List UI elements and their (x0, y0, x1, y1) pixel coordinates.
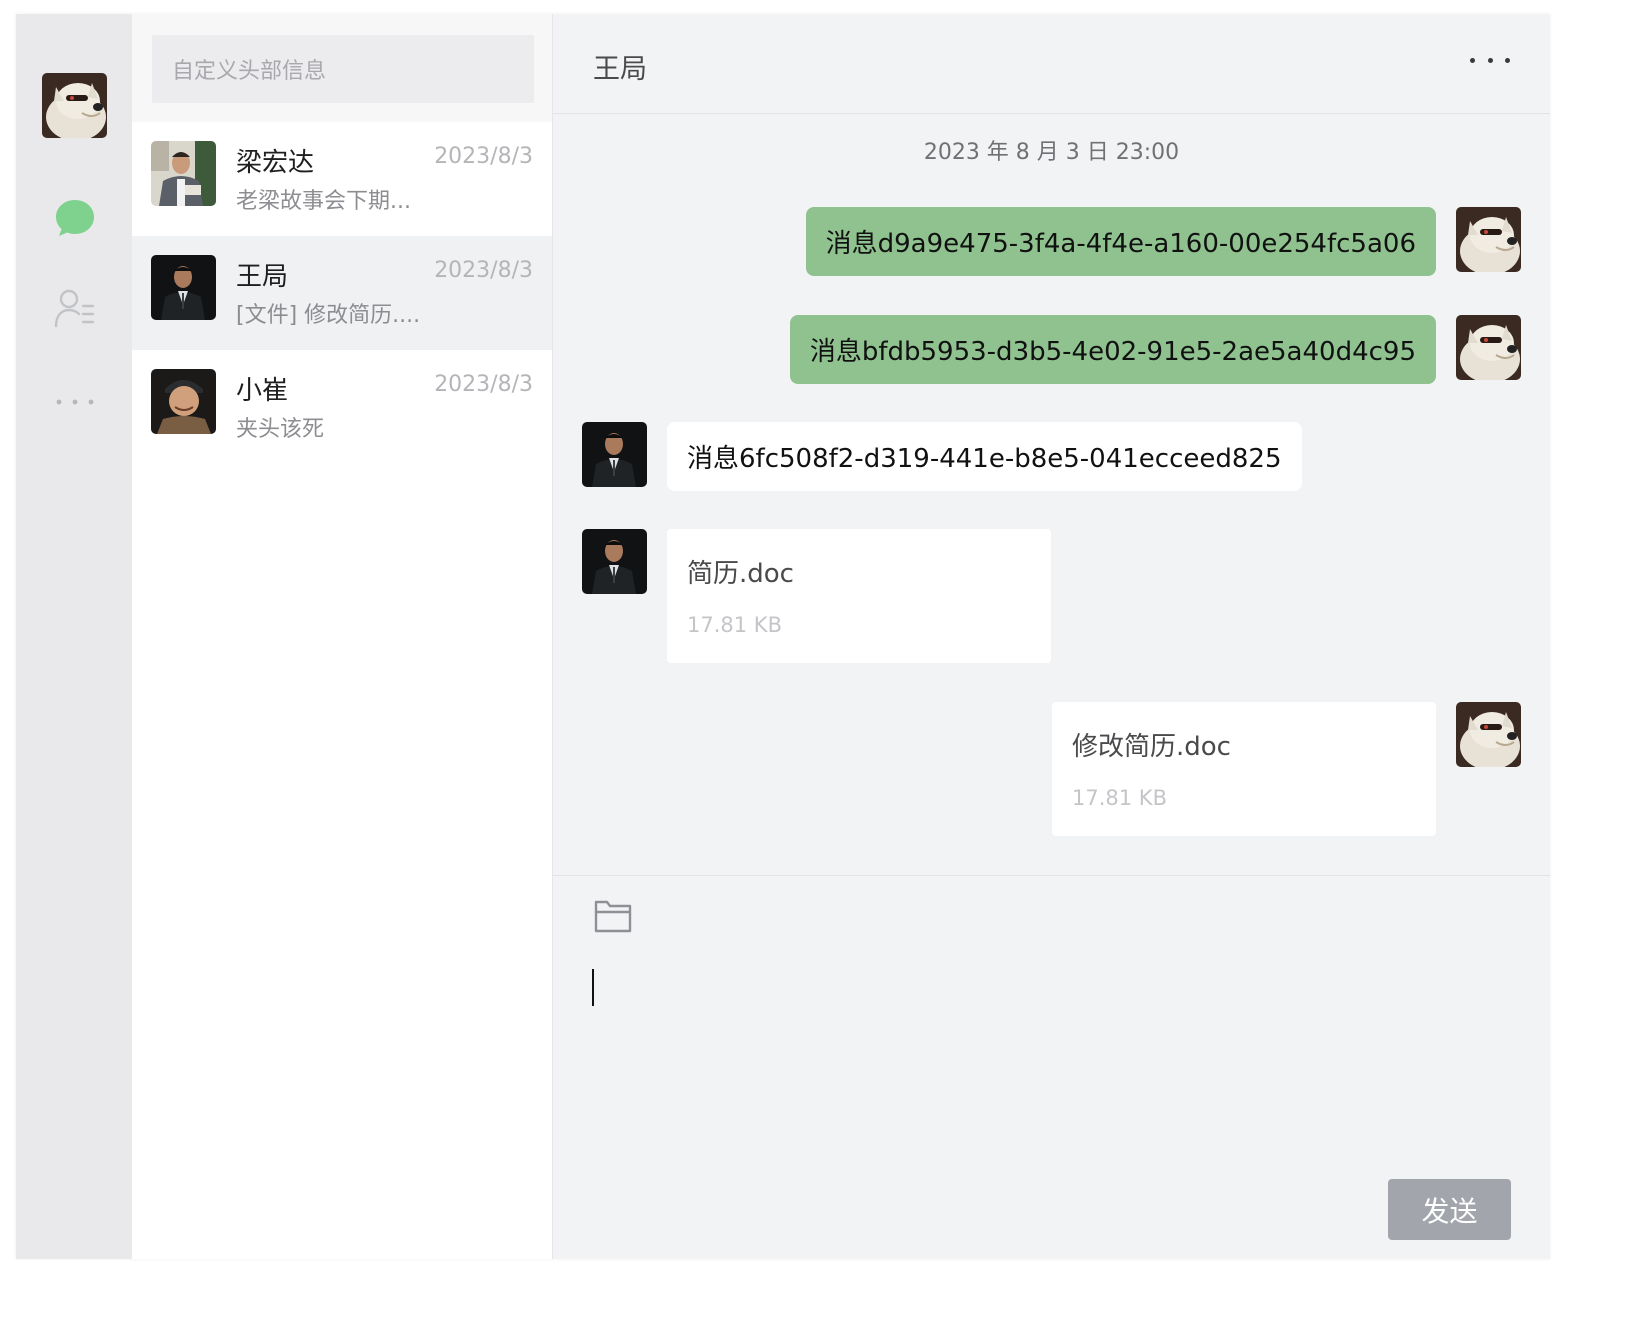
chat-icon[interactable] (53, 196, 97, 240)
conversation-name: 王局 (236, 262, 289, 292)
contacts-icon[interactable] (53, 286, 97, 330)
app-window: 自定义头部信息 梁宏达 2023/8/3 老梁故事会下期... 王局 2023/… (16, 14, 1550, 1259)
file-name: 简历.doc (687, 559, 794, 589)
message-input[interactable] (591, 962, 1495, 1166)
conversation-item[interactable]: 王局 2023/8/3 [文件] 修改简历.... (132, 236, 552, 350)
file-size: 17.81 KB (687, 613, 782, 637)
chat-header: 王局 (553, 14, 1550, 114)
file-message-card[interactable]: 简历.doc 17.81 KB (667, 529, 1051, 663)
conversation-preview: 老梁故事会下期... (236, 189, 411, 214)
avatar (151, 255, 216, 320)
conversation-item[interactable]: 小崔 2023/8/3 夹头该死 (132, 350, 552, 464)
list-header: 自定义头部信息 (132, 14, 552, 122)
file-name: 修改简历.doc (1072, 732, 1231, 762)
file-size: 17.81 KB (1072, 786, 1167, 810)
more-options-icon[interactable] (1470, 48, 1510, 72)
conversation-preview: 夹头该死 (236, 417, 325, 442)
custom-header-info[interactable]: 自定义头部信息 (152, 35, 534, 103)
message-bubble-sent[interactable]: 消息d9a9e475-3f4a-4f4e-a160-00e254fc5a06 (805, 207, 1436, 276)
avatar (151, 141, 216, 206)
nav-sidebar (16, 14, 132, 1259)
message-bubble-sent[interactable]: 消息bfdb5953-d3b5-4e02-91e5-2ae5a40d4c95 (789, 315, 1436, 384)
avatar (151, 369, 216, 434)
conversation-name: 梁宏达 (236, 148, 315, 178)
conversation-preview: [文件] 修改简历.... (236, 303, 421, 328)
chat-panel: 王局 2023 年 8 月 3 日 23:00 消息d9a9e475-3f4a-… (553, 14, 1550, 1259)
avatar[interactable] (1456, 207, 1521, 272)
message-timestamp: 2023 年 8 月 3 日 23:00 (923, 140, 1180, 165)
conversation-name: 小崔 (236, 376, 289, 406)
conversation-time: 2023/8/3 (434, 258, 533, 283)
conversation-item[interactable]: 梁宏达 2023/8/3 老梁故事会下期... (132, 122, 552, 236)
send-button[interactable]: 发送 (1388, 1179, 1511, 1240)
message-bubble-received[interactable]: 消息6fc508f2-d319-441e-b8e5-041ecceed825 (667, 422, 1302, 491)
avatar[interactable] (1456, 315, 1521, 380)
avatar[interactable] (582, 529, 647, 594)
file-message-card[interactable]: 修改简历.doc 17.81 KB (1052, 702, 1436, 836)
more-icon[interactable] (53, 380, 97, 424)
conversation-list: 自定义头部信息 梁宏达 2023/8/3 老梁故事会下期... 王局 2023/… (132, 14, 553, 1259)
message-composer: 发送 (553, 875, 1550, 1259)
chat-title: 王局 (593, 54, 647, 85)
folder-icon[interactable] (593, 898, 633, 934)
avatar[interactable] (1456, 702, 1521, 767)
conversation-time: 2023/8/3 (434, 372, 533, 397)
conversation-time: 2023/8/3 (434, 144, 533, 169)
my-avatar[interactable] (42, 73, 107, 138)
avatar[interactable] (582, 422, 647, 487)
